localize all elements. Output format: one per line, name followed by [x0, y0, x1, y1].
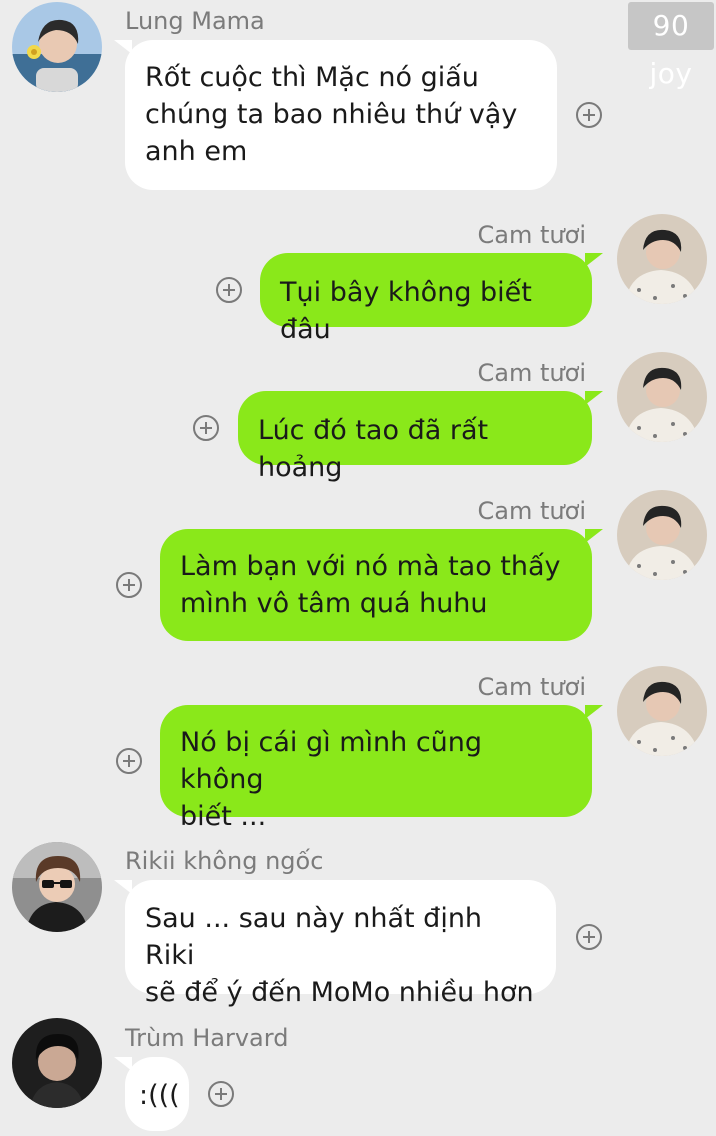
message-text: Rốt cuộc thì Mặc nó giấu chúng ta bao nh… [145, 62, 518, 167]
message-text: Sau ... sau này nhất định Riki sẽ để ý đ… [145, 903, 534, 1008]
add-reaction-icon[interactable] [116, 572, 142, 598]
cam-tuoi-avatar[interactable] [617, 214, 707, 304]
message-text: Làm bạn với nó mà tao thấy mình vô tâm q… [180, 551, 561, 619]
cam-tuoi-avatar[interactable] [617, 352, 707, 442]
sender-name: Trùm Harvard [125, 1024, 289, 1052]
cam-tuoi-avatar[interactable] [617, 666, 707, 756]
sender-name: Cam tươi [477, 673, 586, 701]
message-bubble[interactable]: Làm bạn với nó mà tao thấy mình vô tâm q… [160, 529, 603, 641]
add-reaction-icon[interactable] [576, 924, 602, 950]
message-text: Nó bị cái gì mình cũng không biết ... [180, 727, 483, 832]
sender-name: Rikii không ngốc [125, 847, 324, 875]
message-bubble[interactable]: :((( [114, 1057, 189, 1131]
message-bubble[interactable]: Rốt cuộc thì Mặc nó giấu chúng ta bao nh… [114, 40, 557, 190]
message-bubble[interactable]: Tụi bây không biết đâu [260, 253, 603, 345]
add-reaction-icon[interactable] [116, 748, 142, 774]
lung-mama-avatar[interactable] [12, 2, 102, 92]
add-reaction-icon[interactable] [576, 102, 602, 128]
message-text: :((( [139, 1080, 180, 1111]
add-reaction-icon[interactable] [216, 277, 242, 303]
sender-name: Cam tươi [477, 221, 586, 249]
message-text: Tụi bây không biết đâu [280, 277, 532, 345]
sender-name: Cam tươi [477, 359, 586, 387]
message-bubble[interactable]: Nó bị cái gì mình cũng không biết ... [160, 705, 603, 832]
add-reaction-icon[interactable] [193, 415, 219, 441]
message-text: Lúc đó tao đã rất hoảng [258, 415, 489, 483]
cam-tuoi-avatar[interactable] [617, 490, 707, 580]
sender-name: Lung Mama [125, 7, 265, 35]
rikii-avatar[interactable] [12, 842, 102, 932]
message-bubble[interactable]: Lúc đó tao đã rất hoảng [238, 391, 603, 483]
sender-name: Cam tươi [477, 497, 586, 525]
add-reaction-icon[interactable] [208, 1081, 234, 1107]
trum-harvard-avatar[interactable] [12, 1018, 102, 1108]
message-bubble[interactable]: Sau ... sau này nhất định Riki sẽ để ý đ… [114, 880, 556, 1008]
watermark: 90 joy [628, 2, 714, 90]
